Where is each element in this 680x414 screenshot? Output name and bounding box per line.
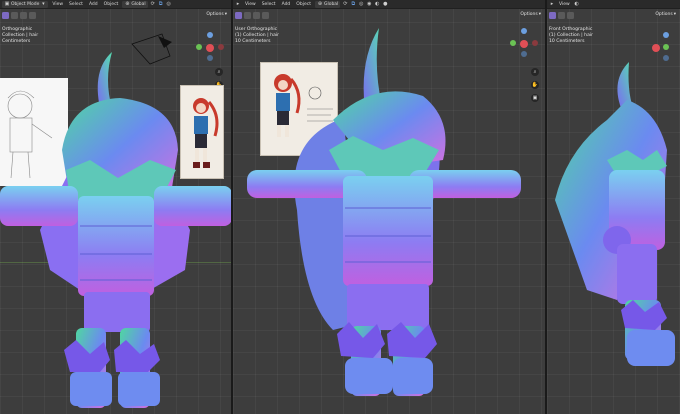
character-model-user-view[interactable] — [233, 0, 545, 414]
right-viewport[interactable]: ▸ View ◐ Options ▾ Front Orthographic (1… — [547, 0, 680, 414]
left-viewport[interactable]: ▣ Object Mode ▾ View Select Add Object ⊕… — [0, 0, 231, 414]
middle-viewport[interactable]: ▸ View Select Add Object ⊕ Global ⟳ ⧉ ◎ … — [233, 0, 545, 414]
character-model-side[interactable] — [547, 0, 680, 414]
character-model-front[interactable] — [0, 0, 231, 414]
